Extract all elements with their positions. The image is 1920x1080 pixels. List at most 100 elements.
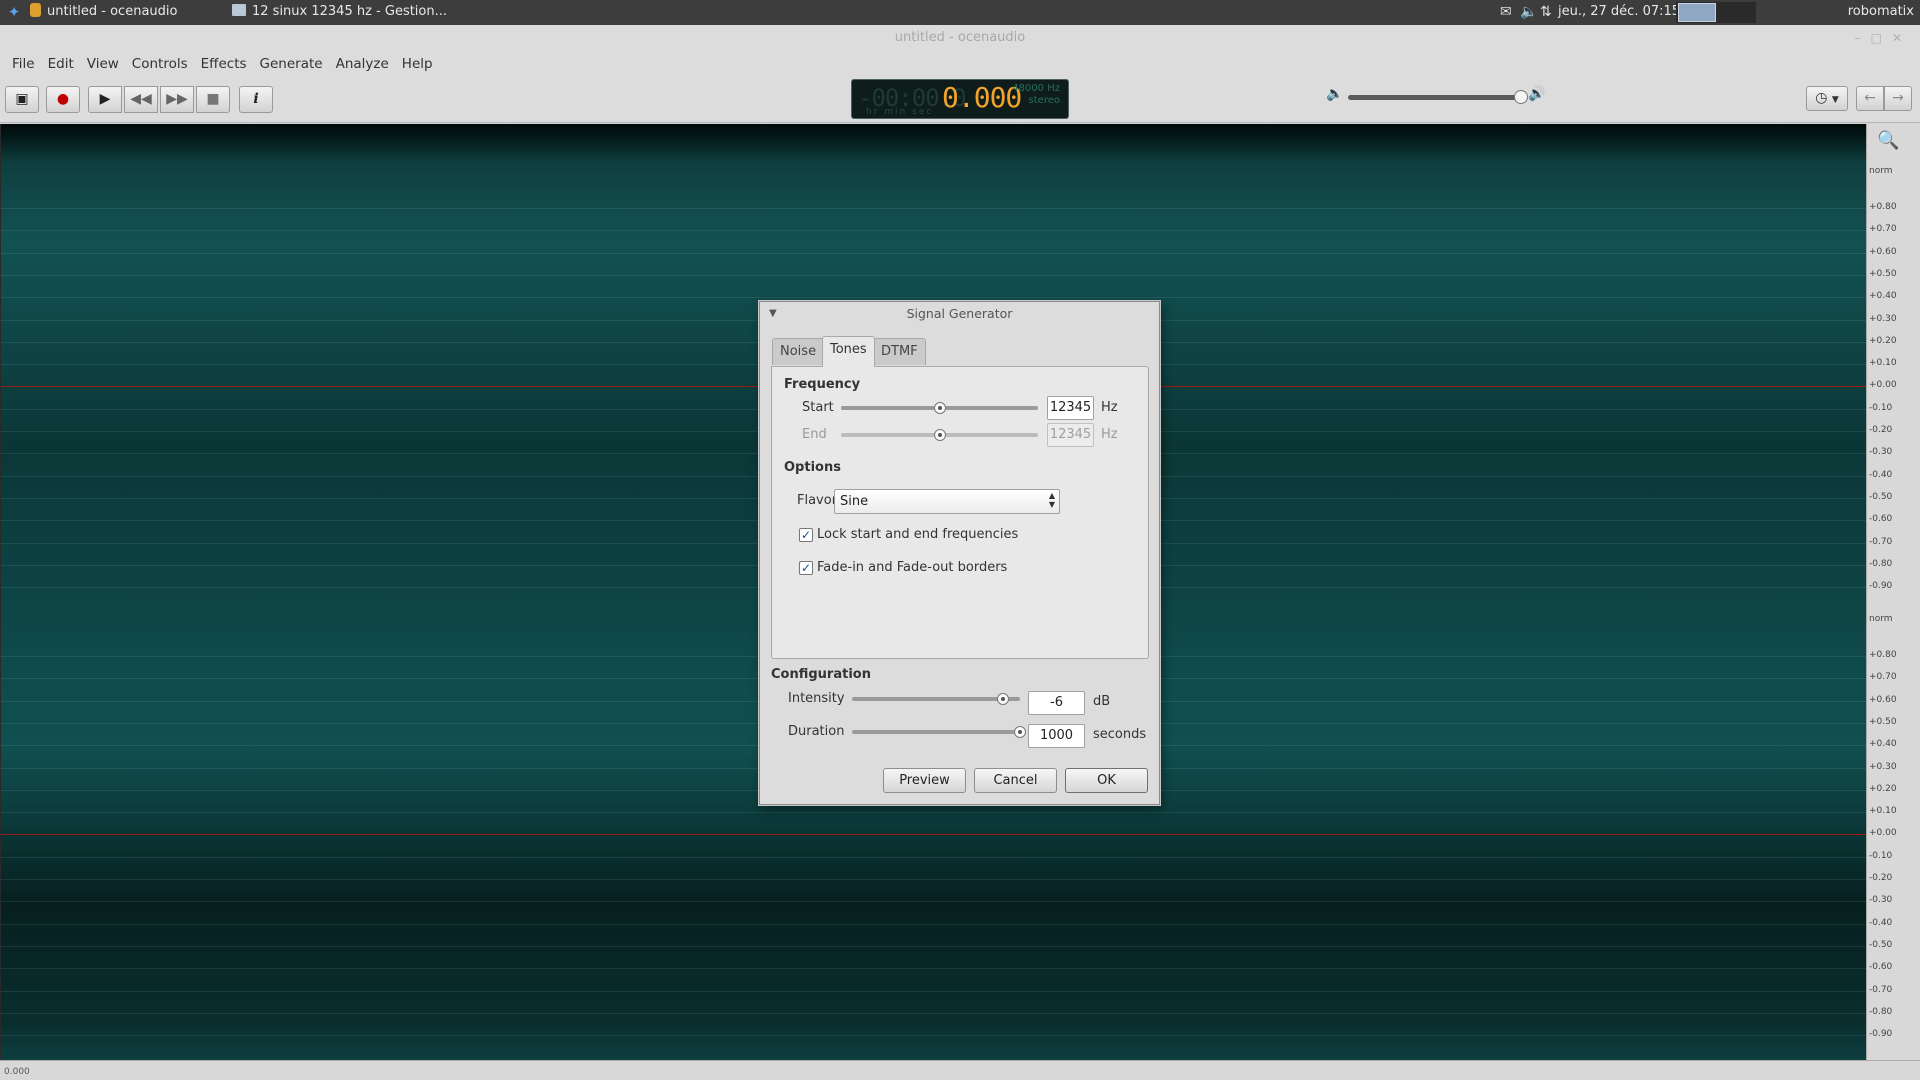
fast-forward-button[interactable]: ▶▶ — [160, 86, 194, 113]
time-ruler-start: 0.000 — [4, 1067, 30, 1077]
channel1-scale-label: -0.20 — [1869, 425, 1893, 435]
channel2-gridline — [1, 923, 1867, 925]
start-frequency-knob[interactable] — [933, 402, 946, 414]
volume-slider-track[interactable] — [1348, 95, 1520, 100]
close-icon[interactable]: ✕ — [1892, 31, 1912, 45]
window-controls: –□✕ — [1855, 25, 1912, 51]
menu-analyze[interactable]: Analyze — [330, 51, 396, 77]
dialog-title: Signal Generator — [906, 306, 1013, 321]
taskbar-item-label: 12 sinux 12345 hz - Gestion... — [252, 4, 448, 19]
navigator-icon: ▣ — [15, 91, 29, 107]
stop-button[interactable]: ■ — [196, 86, 230, 113]
arrow-left-icon: ← — [1864, 90, 1876, 106]
folder-icon — [232, 4, 246, 16]
menu-generate[interactable]: Generate — [254, 51, 330, 77]
preview-button[interactable]: Preview — [883, 768, 966, 793]
zoom-icon[interactable]: 🔍 — [1877, 130, 1899, 151]
volume-icon[interactable]: 🔈 — [1520, 0, 1537, 24]
network-icon[interactable]: ⇅ — [1540, 0, 1552, 24]
start-frequency-input[interactable]: 12345 — [1047, 396, 1094, 420]
minimize-icon[interactable]: – — [1855, 31, 1871, 45]
tab-tones[interactable]: Tones — [822, 336, 875, 367]
ocenaudio-app-icon — [30, 3, 41, 17]
maximize-icon[interactable]: □ — [1871, 31, 1892, 45]
duration-slider[interactable] — [852, 730, 1020, 734]
fade-borders-checkbox[interactable]: ✓ — [799, 561, 813, 575]
record-button[interactable]: ● — [46, 86, 80, 113]
channel1-scale-label: +0.00 — [1869, 380, 1897, 391]
back-button[interactable]: ← — [1856, 86, 1884, 111]
stop-icon: ■ — [206, 91, 220, 107]
end-frequency-input[interactable]: 12345 — [1047, 423, 1094, 447]
channel1-gridline — [1, 274, 1867, 276]
duration-knob[interactable] — [1014, 726, 1026, 738]
channel1-scale-label: -0.40 — [1869, 469, 1893, 480]
mail-icon[interactable]: ✉ — [1500, 0, 1512, 24]
channel2-scale-label: norm — [1869, 614, 1893, 624]
channel2-scale-label: -0.80 — [1869, 1006, 1893, 1017]
fast-forward-icon: ▶▶ — [166, 91, 188, 107]
channel2-gridline — [1, 1012, 1867, 1014]
channel1-scale-label: -0.70 — [1869, 536, 1893, 547]
channel2-scale-label: -0.20 — [1869, 873, 1893, 883]
tones-panel: Frequency Start 12345 Hz End 12345 Hz Op… — [771, 366, 1149, 659]
menu-effects[interactable]: Effects — [195, 51, 254, 77]
channel1-gridline — [1, 208, 1867, 209]
show-navigator-button[interactable]: ▣ — [5, 86, 39, 113]
taskbar-item-ocenaudio[interactable]: untitled - ocenaudio — [30, 0, 177, 25]
channel1-gridline — [1, 297, 1867, 299]
menu-help[interactable]: Help — [396, 51, 440, 77]
duration-input[interactable]: 1000 — [1028, 724, 1085, 748]
tab-noise[interactable]: Noise — [772, 338, 825, 365]
channel1-scale-label: -0.50 — [1869, 491, 1893, 502]
channel-mode: stereo — [1028, 95, 1060, 106]
intensity-input[interactable]: -6 — [1028, 691, 1085, 715]
workspace-active[interactable] — [1678, 3, 1716, 22]
channel1-scale-label: norm — [1869, 166, 1893, 176]
intensity-slider[interactable] — [852, 697, 1020, 701]
username[interactable]: robomatix — [1848, 0, 1914, 24]
tab-dtmf[interactable]: DTMF — [873, 338, 926, 365]
cancel-button[interactable]: Cancel — [974, 768, 1057, 793]
channel2-scale-label: -0.90 — [1869, 1029, 1893, 1040]
taskbar-item-file-manager[interactable]: 12 sinux 12345 hz - Gestion... — [232, 0, 447, 25]
channel1-scale-label: -0.90 — [1869, 581, 1893, 592]
end-frequency-knob[interactable] — [933, 429, 946, 441]
channel1-scale-label: -0.60 — [1869, 514, 1893, 525]
flavor-select[interactable]: Sine ▲ ▼ — [834, 489, 1060, 514]
sample-rate-label: 48000 Hz stereo — [1012, 83, 1060, 107]
ok-button[interactable]: OK — [1065, 768, 1148, 793]
channel2-scale-label: +0.10 — [1869, 806, 1897, 817]
rewind-button[interactable]: ◀◀ — [124, 86, 158, 113]
window-titlebar[interactable]: untitled - ocenaudio –□✕ — [0, 25, 1920, 51]
menu-controls[interactable]: Controls — [126, 51, 195, 77]
app-menu-icon[interactable]: ✦ — [2, 0, 26, 25]
duration-label: Duration — [788, 724, 845, 739]
info-icon: i — [253, 91, 259, 107]
volume-slider-knob[interactable] — [1514, 90, 1528, 104]
channel2-gridline — [1, 1035, 1867, 1037]
intensity-knob[interactable] — [997, 693, 1010, 705]
lock-frequencies-label[interactable]: Lock start and end frequencies — [817, 527, 1018, 542]
fade-borders-label[interactable]: Fade-in and Fade-out borders — [817, 560, 1007, 575]
lock-frequencies-checkbox[interactable]: ✓ — [799, 528, 813, 542]
flavor-selected-value: Sine — [840, 494, 869, 509]
info-button[interactable]: i — [239, 86, 273, 113]
dialog-menu-icon[interactable]: ▼ — [769, 302, 777, 326]
menu-file[interactable]: File — [6, 51, 42, 77]
channel2-scale-label: -0.50 — [1869, 939, 1893, 950]
checkmark-icon: ✓ — [800, 528, 812, 542]
channel2-scale-label: -0.40 — [1869, 917, 1893, 928]
volume-min-icon: 🔈 — [1326, 86, 1344, 102]
history-button[interactable]: ◷ ▼ — [1806, 86, 1848, 111]
clock[interactable]: jeu., 27 déc. 07:15 — [1558, 0, 1680, 24]
play-button[interactable]: ▶ — [88, 86, 122, 113]
dialog-titlebar[interactable]: ▼ Signal Generator — [760, 302, 1159, 326]
volume-control: 🔈 🔊 — [1326, 86, 1546, 108]
forward-button[interactable]: → — [1884, 86, 1912, 111]
menu-edit[interactable]: Edit — [42, 51, 81, 77]
menu-view[interactable]: View — [81, 51, 126, 77]
channel2-scale-label: +0.80 — [1869, 650, 1897, 660]
duration-unit: seconds — [1093, 727, 1147, 742]
workspace-switcher[interactable] — [1676, 2, 1756, 23]
